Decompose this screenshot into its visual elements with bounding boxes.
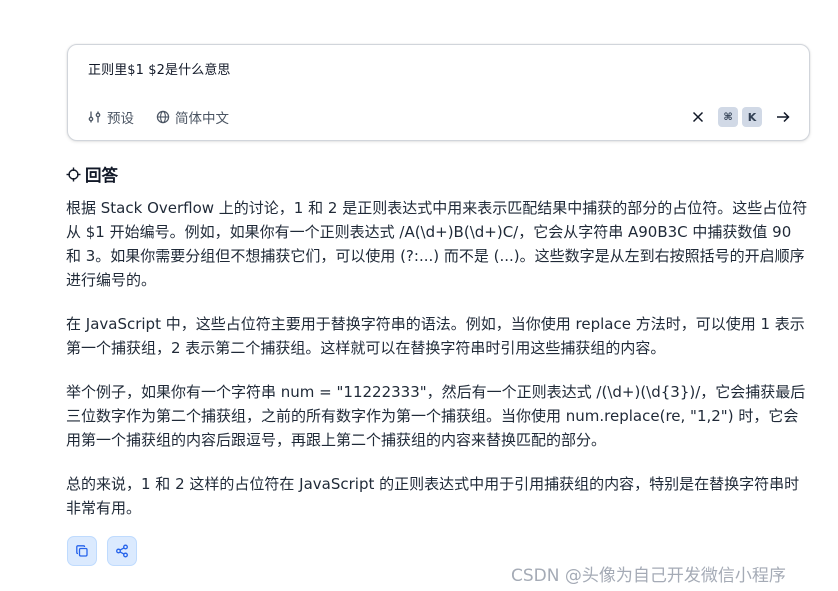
close-icon (692, 111, 704, 123)
answer-paragraph: 根据 Stack Overflow 上的讨论，1 和 2 是正则表达式中用来表示… (66, 199, 808, 289)
globe-icon (156, 110, 170, 124)
answer-paragraph: 举个例子，如果你有一个字符串 num = "11222333"，然后有一个正则表… (66, 383, 806, 449)
answer-paragraph: 总的来说，1 和 2 这样的占位符在 JavaScript 的正则表达式中用于引… (66, 475, 800, 517)
answer-body: 根据 Stack Overflow 上的讨论，1 和 2 是正则表达式中用来表示… (66, 196, 808, 540)
page: 正则里$1 $2是什么意思 预设 简体中文 ⌘ K 回答 根据 Stack Ov… (0, 0, 838, 591)
shortcut-key-cmd: ⌘ (718, 107, 738, 127)
share-button[interactable] (107, 536, 137, 566)
arrow-right-icon (777, 111, 790, 123)
watermark: CSDN @头像为自己开发微信小程序 (511, 566, 786, 586)
language-label: 简体中文 (175, 111, 229, 127)
search-query-text[interactable]: 正则里$1 $2是什么意思 (88, 59, 231, 78)
share-icon (116, 544, 128, 558)
clear-button[interactable] (688, 107, 708, 127)
sliders-icon (88, 111, 101, 123)
answer-heading-label: 回答 (85, 166, 118, 185)
copy-button[interactable] (67, 536, 97, 566)
preset-label: 预设 (107, 111, 134, 127)
preset-option[interactable]: 预设 (88, 107, 134, 127)
answer-paragraph: 在 JavaScript 中，这些占位符主要用于替换字符串的语法。例如，当你使用… (66, 315, 805, 357)
copy-icon (76, 545, 88, 557)
crosshair-icon (66, 167, 81, 181)
submit-button[interactable] (772, 107, 794, 127)
answer-heading: 回答 (66, 162, 118, 186)
search-box[interactable]: 正则里$1 $2是什么意思 预设 简体中文 ⌘ K (67, 44, 810, 141)
shortcut-key-k: K (742, 107, 762, 127)
language-option[interactable]: 简体中文 (156, 107, 229, 127)
